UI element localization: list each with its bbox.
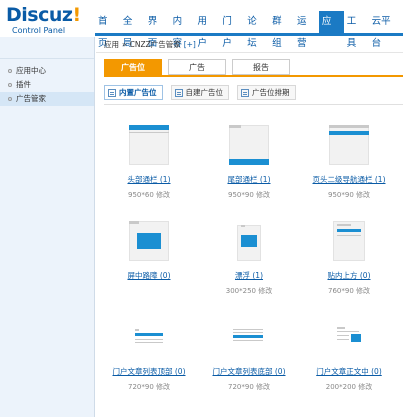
top-nav-portal[interactable]: 门户 [219,11,244,49]
post-top-icon [329,221,369,261]
ad-slot-name[interactable]: 屏中路障 (0) [127,270,170,281]
bullet-icon [8,69,12,73]
top-nav-global[interactable]: 全局 [120,11,145,49]
ad-slot-card: 头部通栏 (1) 950*60 修改 [99,125,199,200]
screen-center-icon [129,221,169,261]
banner-bottom-icon [229,125,269,165]
sidebar-item-label: 插件 [16,80,31,89]
breadcrumb-apps[interactable]: 应用 [104,37,119,52]
tab-ad-slots[interactable]: 广告位 [104,59,162,75]
portal-list-top-icon [129,317,169,357]
list-icon [241,88,249,97]
ad-slot-name[interactable]: 贴内上方 (0) [327,270,370,281]
breadcrumb-current: CNZZ广告管家 [129,40,181,49]
bullet-icon [8,83,12,87]
header: Discuz! Control Panel 首页 全局 界面 内容 用户 门户 … [0,0,403,49]
main-tabs: 广告位 广告 报告 [104,59,290,75]
top-nav-apps[interactable]: 应用 [318,11,344,49]
header-divider [95,33,403,36]
tab-reports[interactable]: 报告 [232,59,290,75]
ad-slot-name[interactable]: 门户文章列表底部 (0) [212,366,285,377]
list-icon [174,88,183,97]
ad-slot-card: 门户文章列表顶部 (0) 720*90 修改 [99,317,199,392]
ad-slot-meta[interactable]: 950*90 修改 [299,190,399,200]
tab-ads[interactable]: 广告 [168,59,226,75]
ad-slot-meta[interactable]: 950*60 修改 [99,190,199,200]
top-nav-cloud[interactable]: 云平台 [369,11,403,49]
ad-slot-name[interactable]: 门户文章正文中 (0) [316,366,382,377]
sidebar: 应用中心 插件 广告管家 [0,37,95,417]
logo-wordmark: Discuz! [6,4,81,26]
sidebar-item-app-center[interactable]: 应用中心 [0,64,94,78]
ad-slot-name[interactable]: 门户文章列表顶部 (0) [112,366,185,377]
sidebar-item-ad-manager[interactable]: 广告管家 [0,92,94,106]
top-nav-tools[interactable]: 工具 [344,11,369,49]
ad-slot-meta[interactable]: 200*200 修改 [299,382,399,392]
bullet-icon [8,97,12,101]
ad-slot-card: 页头二级导航通栏 (1) 950*90 修改 [299,125,399,200]
sidebar-item-label: 应用中心 [16,66,46,75]
ad-slot-meta[interactable]: 950*90 修改 [199,190,299,200]
list-icon [108,88,116,97]
top-nav-content[interactable]: 内容 [170,11,195,49]
top-nav: 首页 全局 界面 内容 用户 门户 论坛 群组 运营 应用 工具 云平台 [95,11,403,49]
ad-slot-name[interactable]: 页头二级导航通栏 (1) [312,174,385,185]
ad-slot-card: 门户文章正文中 (0) 200*200 修改 [299,317,399,392]
ad-slot-meta[interactable]: 720*90 修改 [199,382,299,392]
top-nav-users[interactable]: 用户 [195,11,220,49]
logo[interactable]: Discuz! Control Panel [6,5,81,35]
top-nav-interface[interactable]: 界面 [145,11,170,49]
ad-slot-meta[interactable]: 760*90 修改 [299,286,399,296]
add-shortcut-link[interactable]: [+] [184,37,196,52]
top-nav-home[interactable]: 首页 [95,11,120,49]
subtab-slot-schedule[interactable]: 广告位排期 [237,85,296,100]
divider [104,104,403,105]
float-icon [229,221,269,261]
banner-top-icon [129,125,169,165]
subtab-custom-slots[interactable]: 自建广告位 [170,85,229,100]
top-nav-forum[interactable]: 论坛 [244,11,269,49]
tabs-underline [104,75,403,77]
ad-slot-card: 贴内上方 (0) 760*90 修改 [299,221,399,296]
breadcrumb-separator: » [122,40,127,49]
ad-slot-name[interactable]: 尾部通栏 (1) [227,174,270,185]
ad-slot-card: 漂浮 (1) 300*250 修改 [199,221,299,296]
ad-slot-card: 尾部通栏 (1) 950*90 修改 [199,125,299,200]
sidebar-header [0,37,94,59]
top-nav-operations[interactable]: 运营 [294,11,319,49]
subtab-label: 内置广告位 [119,88,157,97]
portal-article-middle-icon [329,317,369,357]
sidebar-item-plugins[interactable]: 插件 [0,78,94,92]
top-nav-groups[interactable]: 群组 [269,11,294,49]
ad-slot-meta[interactable]: 300*250 修改 [199,286,299,296]
ad-slot-name[interactable]: 漂浮 (1) [235,270,263,281]
subnav-banner-icon [329,125,369,165]
portal-list-bottom-icon [229,317,269,357]
logo-subtitle: Control Panel [12,26,66,35]
sidebar-item-label: 广告管家 [16,94,46,103]
subtab-builtin-slots[interactable]: 内置广告位 [104,85,163,100]
main-content: 应用 » CNZZ广告管家 [+] 广告位 广告 报告 内置广告位 自建广告位 … [96,37,403,417]
sub-tabs: 内置广告位 自建广告位 广告位排期 [104,85,296,100]
ad-slot-card: 门户文章列表底部 (0) 720*90 修改 [199,317,299,392]
sidebar-list: 应用中心 插件 广告管家 [0,59,94,106]
ad-slot-meta[interactable]: 720*90 修改 [99,382,199,392]
subtab-label: 广告位排期 [252,88,290,97]
breadcrumb: 应用 » CNZZ广告管家 [+] [96,37,403,53]
ad-slot-card: 屏中路障 (0) [99,221,199,286]
ad-slot-name[interactable]: 头部通栏 (1) [127,174,170,185]
subtab-label: 自建广告位 [185,88,224,97]
